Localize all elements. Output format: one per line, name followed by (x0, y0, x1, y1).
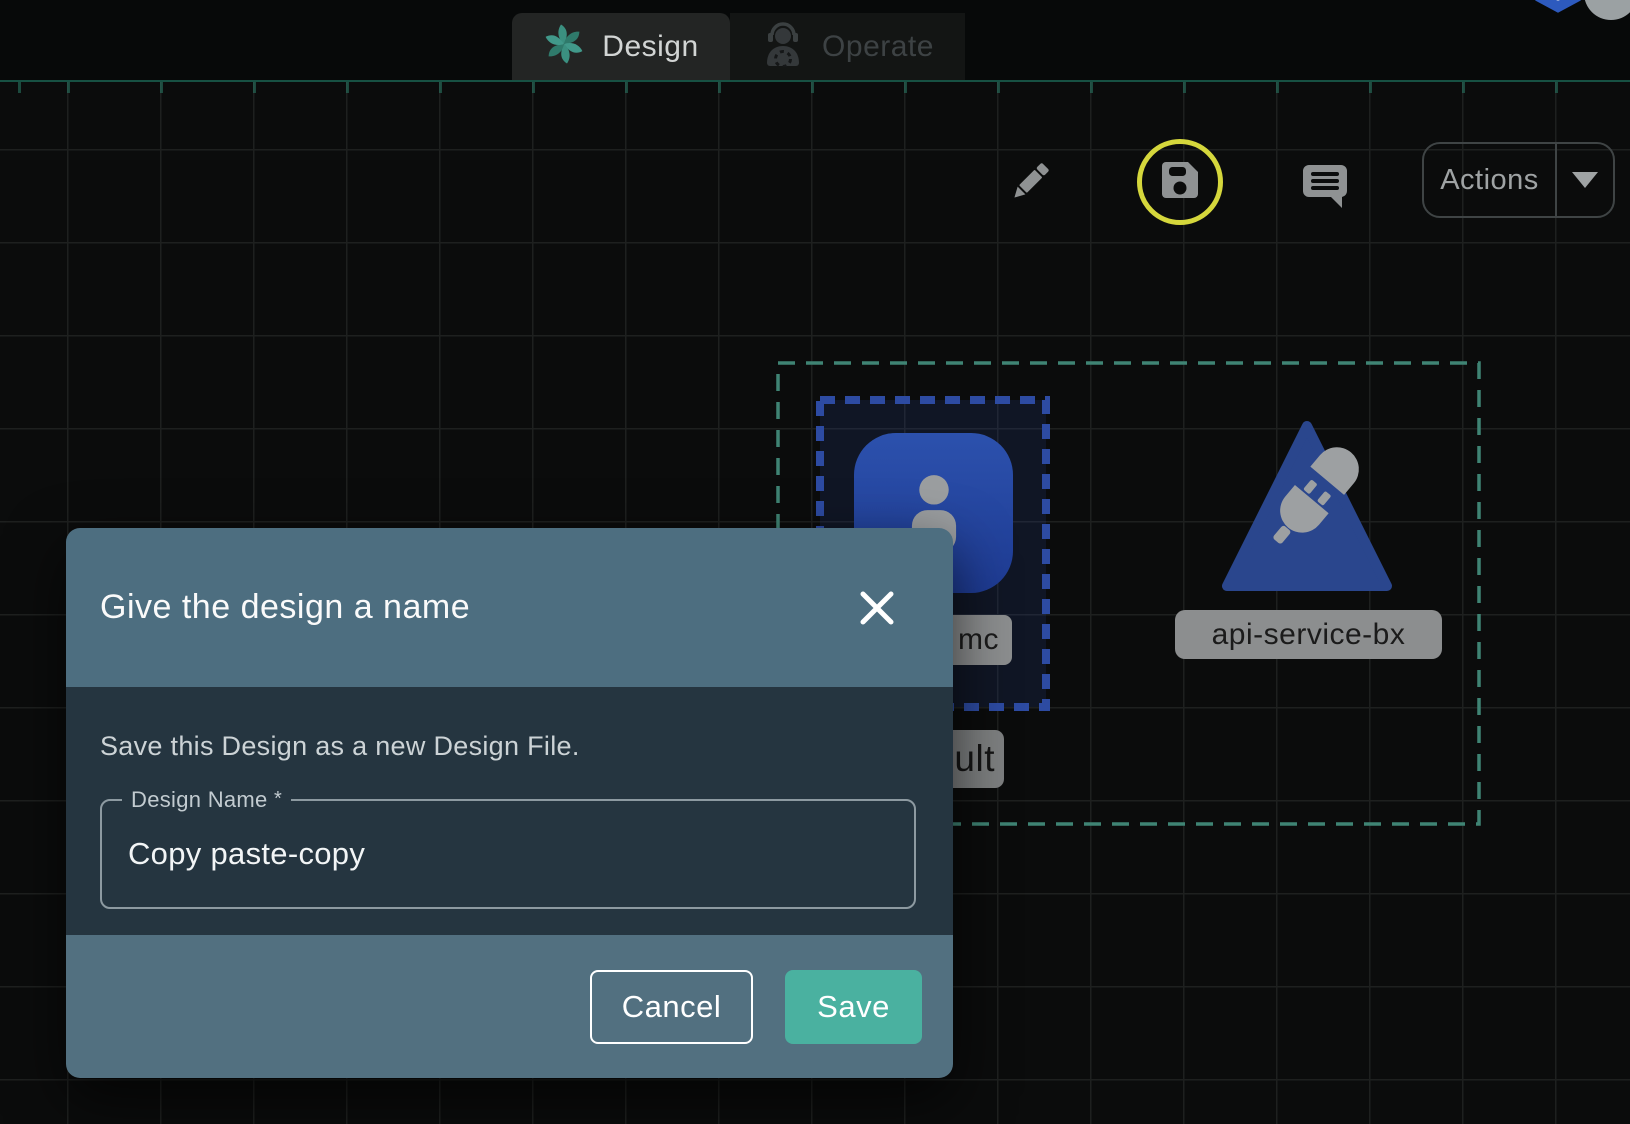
save-design-modal: Give the design a name Save this Design … (66, 528, 953, 1078)
tab-operate[interactable]: Operate (730, 13, 965, 80)
tab-operate-label: Operate (822, 30, 934, 64)
design-name-label: Design Name * (122, 787, 291, 813)
operator-headset-icon (761, 21, 805, 72)
chevron-down-icon (1572, 172, 1598, 188)
api-node-label: api-service-bx (1175, 610, 1442, 659)
modal-title: Give the design a name (100, 588, 470, 627)
meshery-logo-icon (543, 23, 585, 70)
modal-prompt-text: Save this Design as a new Design File. (100, 687, 916, 762)
close-icon (858, 589, 896, 627)
modal-footer: Cancel Save (66, 935, 953, 1078)
modal-body: Save this Design as a new Design File. D… (66, 687, 953, 935)
edit-pencil-button[interactable] (1006, 158, 1054, 211)
design-name-field[interactable]: Design Name * (100, 799, 916, 909)
actions-button-label[interactable]: Actions (1424, 144, 1555, 216)
tab-design[interactable]: Design (512, 13, 730, 80)
modal-header: Give the design a name (66, 528, 953, 687)
cancel-button[interactable]: Cancel (590, 970, 753, 1044)
tab-design-label: Design (602, 30, 698, 64)
comment-button[interactable] (1300, 160, 1350, 215)
save-design-button[interactable] (1137, 139, 1223, 225)
api-service-node[interactable] (1213, 418, 1395, 599)
design-name-input[interactable] (102, 801, 914, 907)
required-asterisk: * (274, 788, 282, 810)
save-button[interactable]: Save (785, 970, 922, 1044)
actions-dropdown-toggle[interactable] (1557, 144, 1613, 216)
actions-split-button[interactable]: Actions (1422, 142, 1615, 218)
kubernetes-context-icon[interactable] (1530, 0, 1586, 23)
user-avatar[interactable] (1584, 0, 1630, 20)
close-button[interactable] (857, 588, 897, 628)
top-navbar: Design Operate (0, 0, 1630, 82)
floppy-save-icon (1158, 158, 1202, 207)
